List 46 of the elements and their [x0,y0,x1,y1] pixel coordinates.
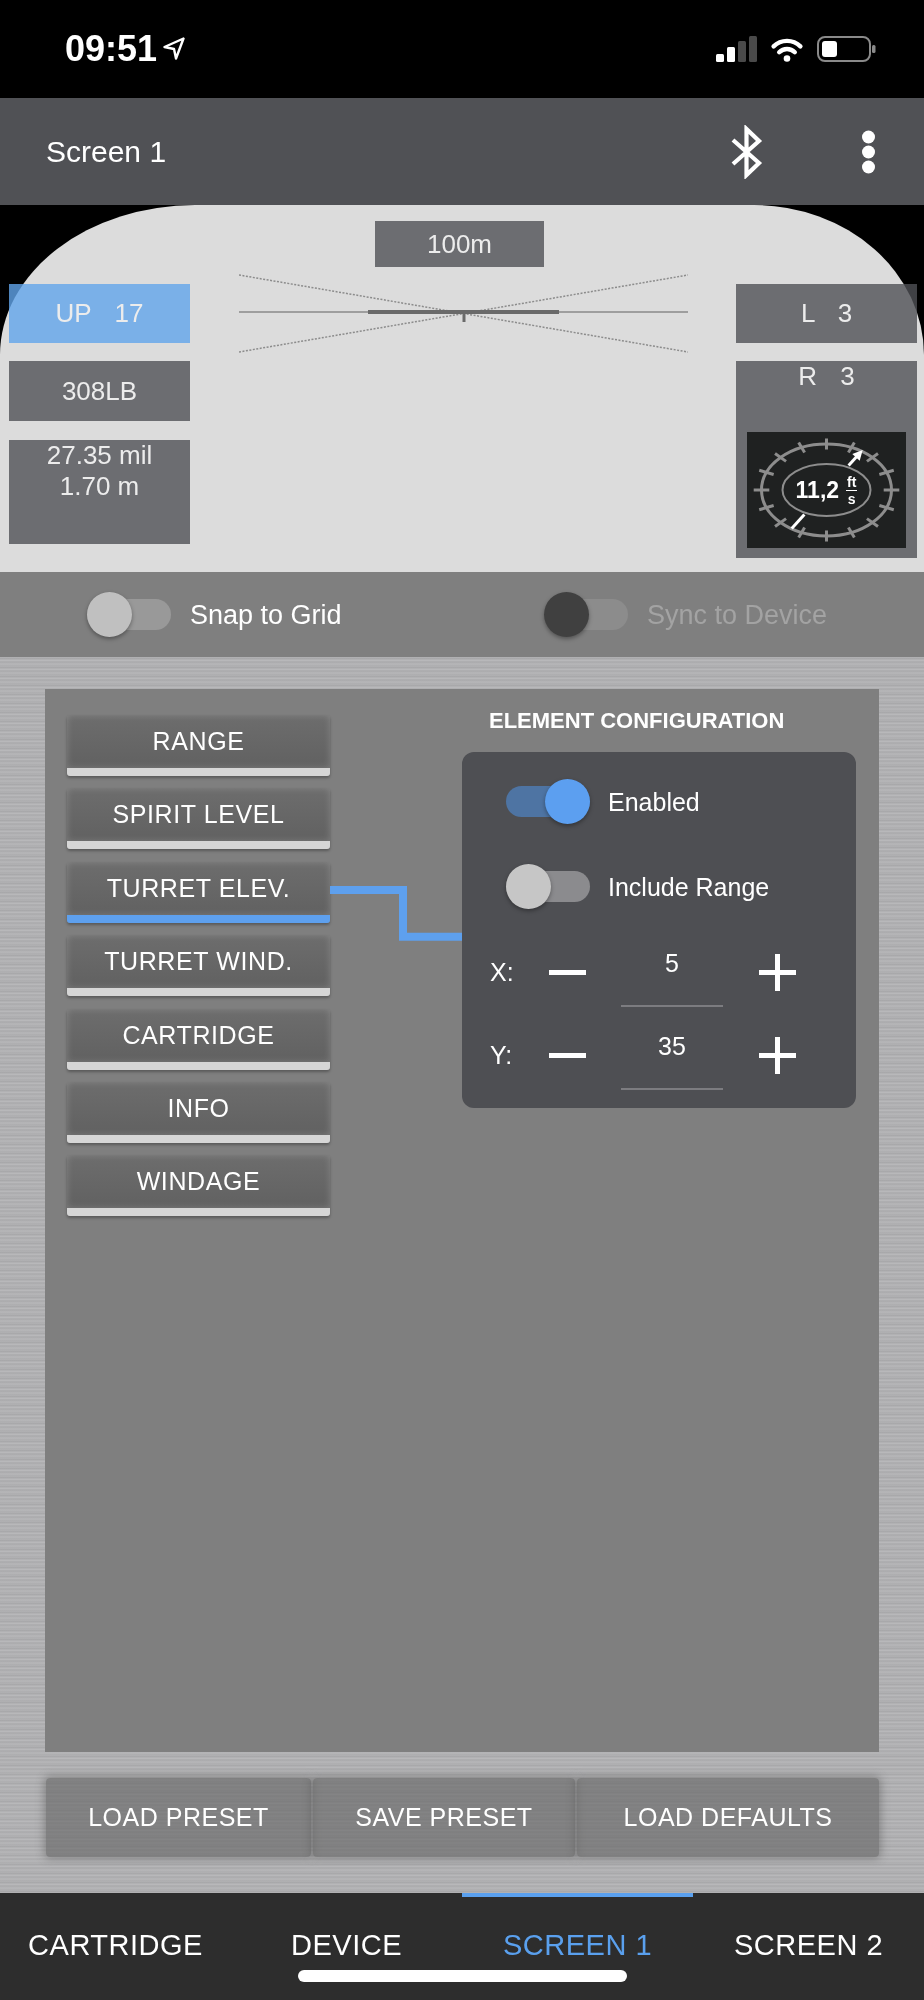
element-button[interactable]: SPIRIT LEVEL [67,788,330,850]
element-button[interactable]: TURRET ELEV. [67,861,330,923]
minus-icon[interactable] [549,1052,586,1058]
element-button[interactable]: RANGE [67,715,330,776]
minus-icon[interactable] [549,969,586,975]
bluetooth-icon[interactable] [729,124,764,179]
coordinate-field[interactable]: 5 [621,945,723,1007]
toggle-switch[interactable] [506,864,590,909]
toggle-label: Enabled [608,786,700,817]
readout-label[interactable]: 308LB [9,361,190,421]
gauge-unit: ft s [846,474,858,506]
coordinate-field[interactable]: 35 [621,1028,723,1090]
tab[interactable]: CARTRIDGE [0,1893,231,2000]
wind-arrow-icon [790,450,863,530]
plus-icon[interactable] [759,953,796,991]
coordinate-label: Y: [490,1040,514,1070]
more-menu-icon[interactable] [861,129,876,174]
gauge-value: 11,2 [795,477,840,503]
action-button[interactable]: SAVE PRESET [313,1778,575,1857]
readout-label[interactable]: 100m [375,221,544,267]
location-arrow-icon [163,36,186,60]
toggle-switch[interactable] [87,592,171,637]
toggle-label: Snap to Grid [190,598,342,631]
readout-panel[interactable]: 27.35 mil 1.70 m [9,440,190,544]
wifi-icon [769,36,805,62]
signal-icon [716,36,757,62]
tab[interactable]: DEVICE [231,1893,462,2000]
element-button[interactable]: WINDAGE [67,1155,330,1217]
readout-text: 27.35 mil [46,440,153,471]
battery-icon [817,36,876,62]
readout-label[interactable]: L 3 [736,284,917,343]
readout-text: R 3 [798,361,855,392]
section-heading: ELEMENT CONFIGURATION [488,707,786,735]
element-button[interactable]: TURRET WIND. [67,935,330,997]
element-button[interactable]: CARTRIDGE [67,1008,330,1070]
status-time: 09:51 [65,29,158,69]
element-button[interactable]: INFO [67,1081,330,1143]
screen-title: Screen 1 [46,133,167,170]
coordinate-label: X: [490,957,515,987]
toggle-label: Include Range [608,871,770,902]
action-button[interactable]: LOAD PRESET [46,1778,311,1857]
plus-icon[interactable] [759,1036,796,1074]
action-button[interactable]: LOAD DEFAULTS [577,1778,879,1857]
readout-text: 1.70 m [59,471,140,502]
toggle-switch[interactable] [506,779,590,824]
tab[interactable]: SCREEN 2 [693,1893,924,2000]
